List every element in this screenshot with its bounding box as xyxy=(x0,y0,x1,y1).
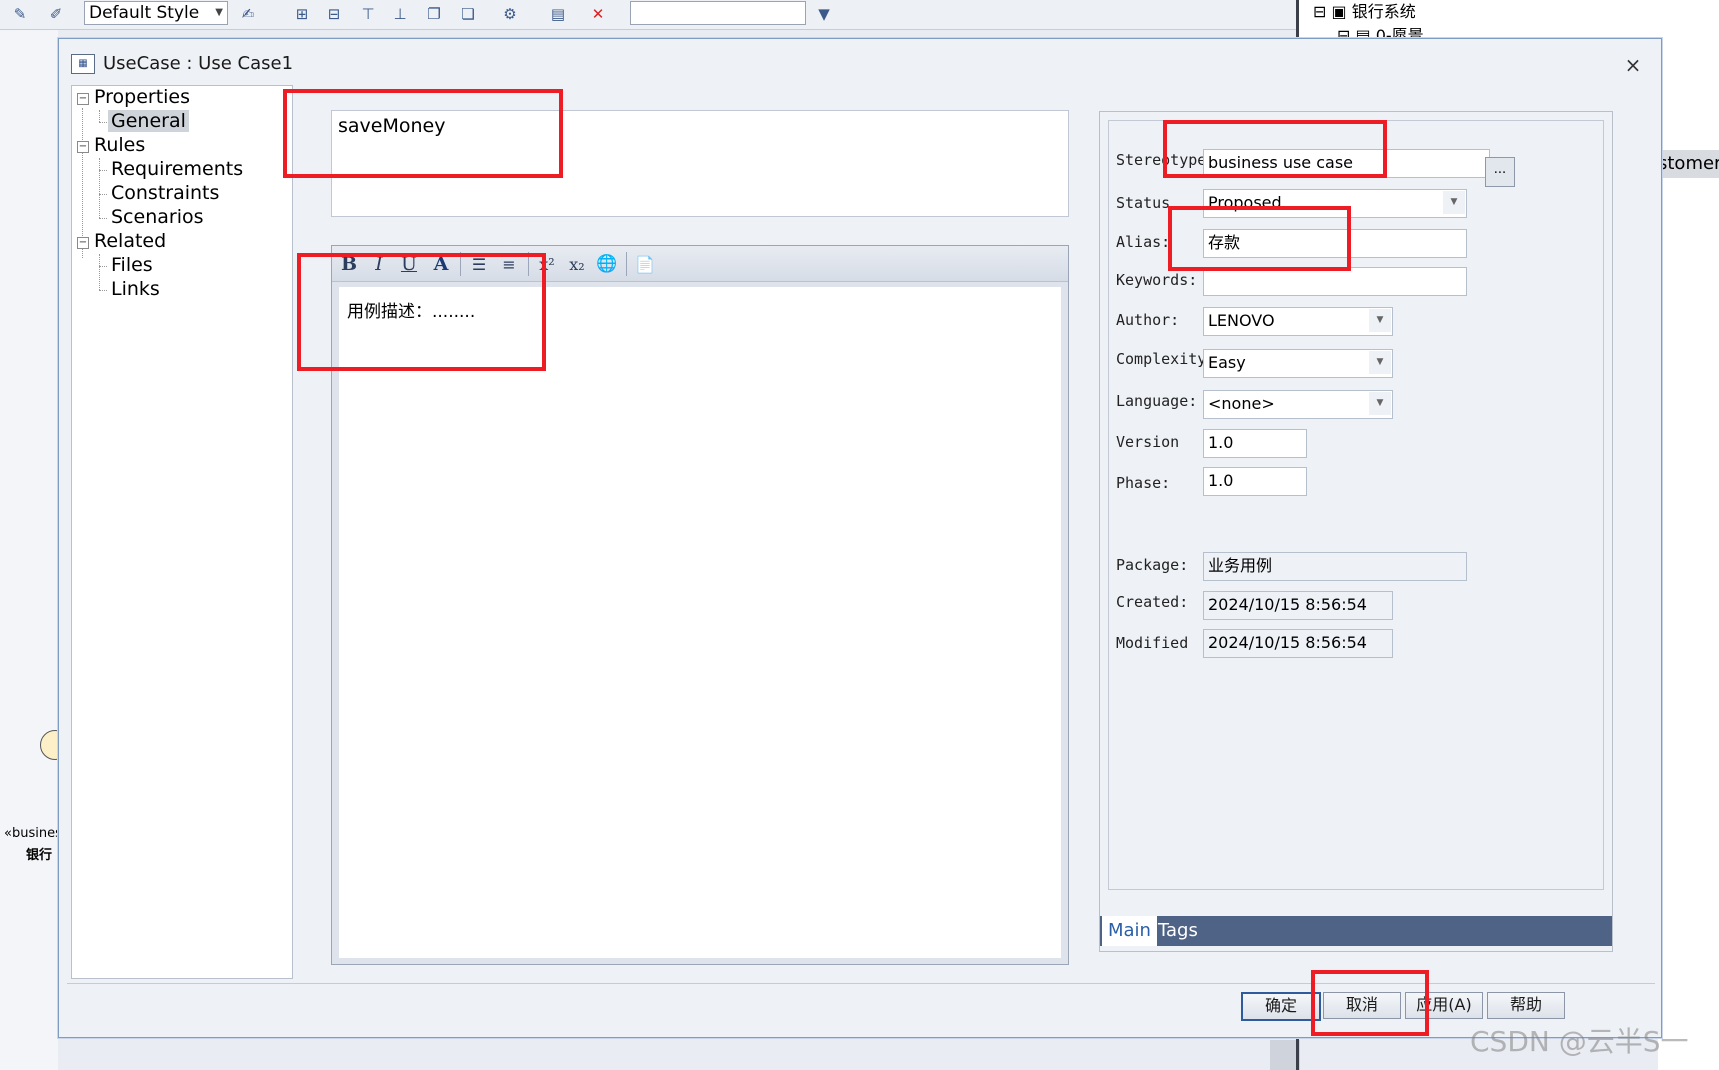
notes-text: 用例描述：........ xyxy=(347,302,476,322)
bold-button[interactable]: B xyxy=(336,251,362,277)
name-value: saveMoney xyxy=(338,115,446,137)
tab-main[interactable]: Main xyxy=(1102,916,1157,946)
notes-toolbar: B I U A ☰ ≡ x² x₂ 🌐 📄 xyxy=(332,246,1068,282)
nav-general[interactable]: General xyxy=(108,110,189,132)
phase-field[interactable]: 1.0 xyxy=(1203,467,1307,496)
bring-front-icon[interactable]: ❐ xyxy=(422,3,446,25)
language-select[interactable]: <none> ▼ xyxy=(1203,390,1393,419)
help-button[interactable]: 帮助 xyxy=(1487,992,1565,1019)
chevron-down-icon: ▼ xyxy=(1369,309,1391,332)
language-label: Language: xyxy=(1116,392,1198,410)
usecase-icon: ▦ xyxy=(71,54,95,74)
alias-field[interactable]: 存款 xyxy=(1203,229,1467,258)
apply-button[interactable]: 应用(A) xyxy=(1405,992,1483,1019)
delete-icon[interactable]: ✕ xyxy=(586,3,610,25)
watermark: CSDN @云半S一 xyxy=(1470,1025,1689,1058)
keywords-field[interactable] xyxy=(1203,267,1467,296)
alias-label: Alias: xyxy=(1116,233,1171,251)
brush-icon[interactable]: ✐ xyxy=(44,3,68,25)
close-button[interactable]: × xyxy=(1619,53,1647,77)
created-label: Created: xyxy=(1116,593,1189,611)
layout-icon[interactable]: ⚙ xyxy=(498,3,522,25)
version-label: Version xyxy=(1116,433,1180,451)
align-right-icon[interactable]: ⊟ xyxy=(322,3,346,25)
align-bottom-icon[interactable]: ⊥ xyxy=(388,3,412,25)
nav-constraints[interactable]: Constraints xyxy=(111,182,219,204)
superscript-button[interactable]: x² xyxy=(534,251,560,277)
chevron-down-icon: ▼ xyxy=(1369,392,1391,415)
status-label: Status xyxy=(1116,194,1171,212)
author-select[interactable]: LENOVO ▼ xyxy=(1203,307,1393,336)
nav-files[interactable]: Files xyxy=(111,254,153,276)
modified-field: 2024/10/15 8:56:54 xyxy=(1203,629,1393,658)
numbered-list-icon[interactable]: ≡ xyxy=(496,251,522,277)
bullet-list-icon[interactable]: ☰ xyxy=(466,251,492,277)
nav-requirements[interactable]: Requirements xyxy=(111,158,243,180)
collapse-icon[interactable]: − xyxy=(77,93,89,105)
properties-icon[interactable]: ▤ xyxy=(546,3,570,25)
actor-stereotype: «busines xyxy=(4,826,62,841)
complexity-label: Complexity xyxy=(1116,350,1207,368)
align-left-icon[interactable]: ⊞ xyxy=(290,3,314,25)
style-combo[interactable]: Default Style ▼ xyxy=(84,1,228,25)
notes-editor: B I U A ☰ ≡ x² x₂ 🌐 📄 用例描述：........ xyxy=(331,245,1069,965)
package-label: Package: xyxy=(1116,556,1189,574)
stereotype-picker-button[interactable]: ... xyxy=(1485,157,1515,187)
chevron-down-icon: ▼ xyxy=(215,7,223,18)
collapse-icon[interactable]: − xyxy=(77,141,89,153)
properties-tabs: Main Tags xyxy=(1100,916,1612,946)
chevron-down-icon: ▼ xyxy=(1443,191,1465,214)
phase-label: Phase: xyxy=(1116,474,1171,492)
align-top-icon[interactable]: ⊤ xyxy=(356,3,380,25)
tree-item-system[interactable]: ⊟ ▣ 银行系统 xyxy=(1313,0,1416,22)
notes-textarea[interactable]: 用例描述：........ xyxy=(339,287,1061,958)
italic-button[interactable]: I xyxy=(366,251,392,277)
dialog-divider xyxy=(67,983,1655,984)
collapse-icon[interactable]: − xyxy=(77,237,89,249)
properties-main: Stereotype business use case ... Status … xyxy=(1108,120,1604,890)
created-field: 2024/10/15 8:56:54 xyxy=(1203,591,1393,620)
version-field[interactable]: 1.0 xyxy=(1203,429,1307,458)
nav-links[interactable]: Links xyxy=(111,278,160,300)
paint-icon[interactable]: ✎ xyxy=(8,3,32,25)
name-input[interactable]: saveMoney xyxy=(331,110,1069,217)
diagram-element-clip: stomer xyxy=(1658,150,1719,178)
status-select[interactable]: Proposed ▼ xyxy=(1203,189,1467,218)
nav-properties[interactable]: Properties xyxy=(94,86,190,108)
nav-scenarios[interactable]: Scenarios xyxy=(111,206,204,228)
properties-panel: Stereotype business use case ... Status … xyxy=(1099,111,1613,952)
filter-icon[interactable]: ▼ xyxy=(812,3,836,25)
background-diagram-right: stomer xyxy=(1658,30,1719,1070)
app-toolbar: ✎ ✐ Default Style ▼ ✍ ⊞ ⊟ ⊤ ⊥ ❐ ❏ ⚙ ▤ ✕ ▼ xyxy=(0,0,1300,30)
stereotype-label: Stereotype xyxy=(1116,151,1207,169)
complexity-select[interactable]: Easy ▼ xyxy=(1203,349,1393,378)
format-icon[interactable]: ✍ xyxy=(236,3,260,25)
tab-tags[interactable]: Tags xyxy=(1152,916,1204,946)
keywords-label: Keywords: xyxy=(1116,271,1198,289)
nav-related[interactable]: Related xyxy=(94,230,166,252)
cancel-button[interactable]: 取消 xyxy=(1323,992,1401,1019)
send-back-icon[interactable]: ❏ xyxy=(456,3,480,25)
modified-label: Modified xyxy=(1116,634,1189,652)
font-color-button[interactable]: A xyxy=(428,251,454,277)
project-browser: ⊟ ▣ 银行系统 ⊟ ▤ 0-愿景 xyxy=(1296,0,1719,45)
hyperlink-icon[interactable]: 🌐 xyxy=(594,251,620,277)
diagram-canvas: «busines 银行 xyxy=(0,30,70,1070)
document-icon[interactable]: 📄 xyxy=(632,251,658,277)
search-input[interactable] xyxy=(630,1,806,25)
ok-button[interactable]: 确定 xyxy=(1241,992,1321,1021)
nav-tree: − Properties General − Rules Requirement… xyxy=(71,85,293,979)
dialog-title: UseCase : Use Case1 xyxy=(103,53,294,74)
actor-name: 银行 xyxy=(26,848,53,863)
underline-button[interactable]: U xyxy=(396,251,422,277)
chevron-down-icon: ▼ xyxy=(1369,351,1391,374)
subscript-button[interactable]: x₂ xyxy=(564,251,590,277)
stereotype-field[interactable]: business use case xyxy=(1203,149,1490,178)
package-field: 业务用例 xyxy=(1203,552,1467,581)
usecase-properties-dialog: ▦ UseCase : Use Case1 × − Properties Gen… xyxy=(58,38,1662,1038)
author-label: Author: xyxy=(1116,311,1180,329)
nav-rules[interactable]: Rules xyxy=(94,134,145,156)
